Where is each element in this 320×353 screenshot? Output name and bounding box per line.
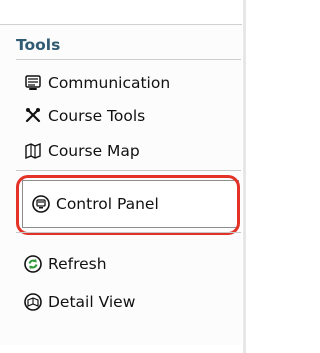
control-panel-label: Control Panel: [56, 195, 159, 213]
control-separator-top: [16, 170, 241, 171]
refresh-icon: [24, 255, 42, 273]
detail-view-label: Detail View: [48, 293, 136, 311]
communication-icon: [24, 74, 42, 92]
course-tools-icon: [24, 107, 42, 125]
tools-title: Tools: [16, 36, 61, 54]
refresh-label: Refresh: [48, 255, 107, 273]
course-tools-label: Course Tools: [48, 107, 146, 125]
detail-view-link[interactable]: Detail View: [24, 290, 135, 314]
sidebar-edge: [243, 0, 246, 353]
control-panel-icon: [32, 195, 50, 213]
detail-view-icon: [24, 293, 42, 311]
course-map-icon: [24, 142, 42, 160]
course-map-link[interactable]: Course Map: [24, 139, 140, 163]
course-map-label: Course Map: [48, 142, 140, 160]
control-separator-bottom: [16, 232, 241, 233]
refresh-link[interactable]: Refresh: [24, 252, 107, 276]
title-divider: [16, 59, 241, 60]
communication-label: Communication: [48, 74, 171, 92]
control-panel-link[interactable]: Control Panel: [32, 192, 159, 216]
communication-link[interactable]: Communication: [24, 71, 170, 95]
course-tools-link[interactable]: Course Tools: [24, 104, 145, 128]
